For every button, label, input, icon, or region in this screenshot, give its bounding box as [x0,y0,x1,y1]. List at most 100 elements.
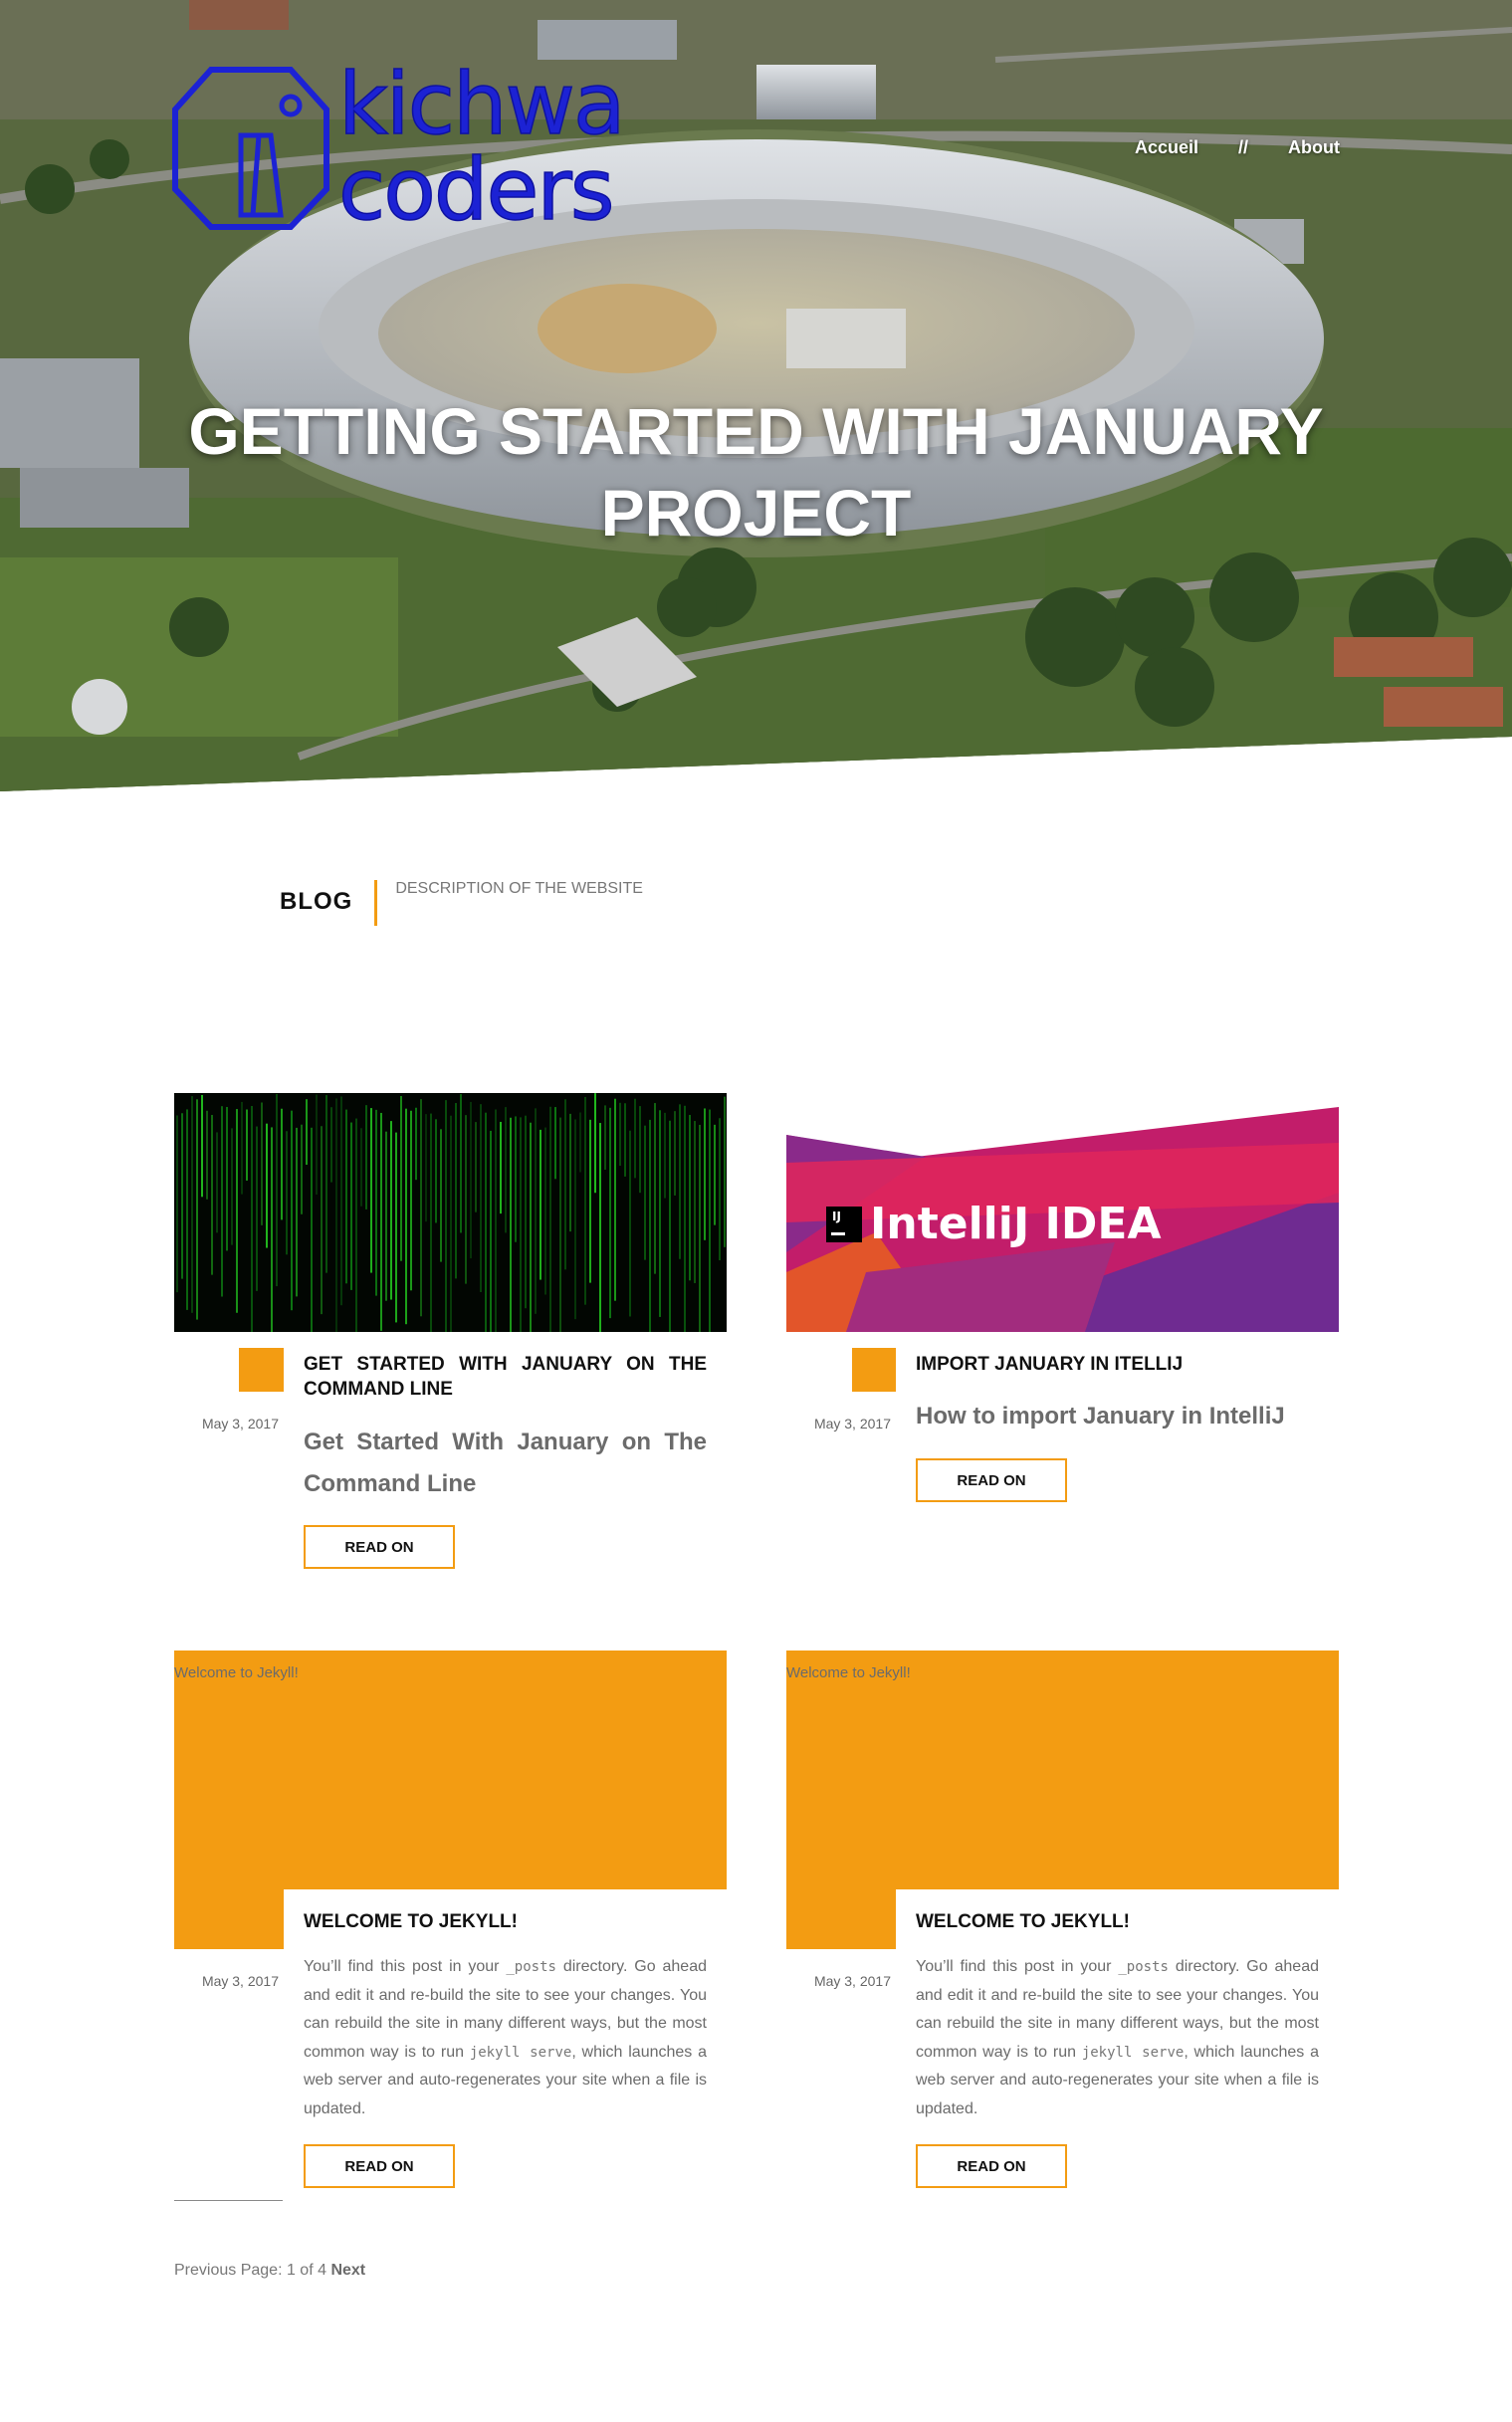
post-title[interactable]: WELCOME TO JEKYLL! [304,1909,707,1934]
matrix-column [206,1110,208,1200]
matrix-column [390,1121,392,1300]
matrix-column [689,1114,691,1281]
read-on-button[interactable]: READ ON [916,1458,1067,1502]
matrix-column [256,1126,258,1291]
matrix-column [266,1123,268,1248]
matrix-column [549,1106,551,1332]
matrix-column [435,1119,437,1223]
post-date: May 3, 2017 [813,1973,891,1989]
post-date: May 3, 2017 [201,1416,279,1431]
matrix-column [569,1113,571,1232]
matrix-column [634,1098,636,1179]
matrix-column [236,1109,238,1313]
matrix-column [704,1108,706,1240]
pagination-divider [174,2200,283,2201]
image-alt-text: Welcome to Jekyll! [174,1664,299,1681]
matrix-column [176,1115,178,1293]
post-excerpt: Get Started With January on The Command … [304,1429,707,1497]
post-title[interactable]: GET STARTED WITH JANUARY ON THE COMMAND … [304,1352,707,1402]
post-title[interactable]: IMPORT JANUARY IN ITELLIJ [916,1352,1319,1377]
intellij-badge: IJ [832,1210,841,1223]
matrix-column [365,1105,367,1210]
matrix-column [395,1132,397,1323]
post-excerpt: You’ll find this post in your _posts dir… [304,1953,707,2123]
matrix-column [649,1119,651,1332]
image-alt-text: Welcome to Jekyll! [786,1664,911,1681]
matrix-column [709,1109,711,1332]
matrix-column [370,1108,372,1273]
matrix-column [480,1104,482,1293]
matrix-column [251,1105,253,1332]
matrix-column [286,1131,288,1255]
read-on-button[interactable]: READ ON [916,2144,1067,2188]
matrix-column [276,1093,278,1287]
post-date: May 3, 2017 [201,1973,279,1989]
matrix-column [196,1099,198,1320]
post-card: IJ IntelliJ IDEA IMPORT JANUARY IN ITELL… [786,1093,1339,1511]
pagination-previous[interactable]: Previous [174,2262,236,2279]
matrix-column [415,1107,417,1181]
matrix-column [470,1101,472,1259]
matrix-column [490,1130,492,1332]
card-accent [239,1348,284,1392]
matrix-column [246,1109,248,1181]
matrix-column [500,1121,502,1214]
main-nav: Accueil // About [1135,137,1340,158]
matrix-column [609,1107,611,1319]
post-image-matrix[interactable] [174,1093,727,1332]
excerpt-code: _posts [506,1959,556,1975]
matrix-code-image [174,1093,727,1332]
matrix-column [340,1096,342,1306]
post-title[interactable]: WELCOME TO JEKYLL! [916,1909,1319,1934]
matrix-column [599,1123,601,1332]
nav-link-accueil[interactable]: Accueil [1135,137,1198,158]
pagination: Previous Page: 1 of 4 Next [174,2262,365,2280]
matrix-column [445,1100,447,1332]
matrix-column [619,1102,621,1167]
matrix-column [475,1122,477,1212]
matrix-column [520,1117,522,1332]
hero-banner: kichwa coders Accueil // About GETTING S… [0,0,1512,791]
matrix-column [719,1118,721,1261]
post-image-intellij[interactable]: IJ IntelliJ IDEA [786,1093,1339,1332]
matrix-column [669,1120,671,1332]
pagination-page-label: Page: 1 of 4 [240,2262,326,2279]
blog-header-divider [374,880,378,926]
matrix-column [360,1128,362,1207]
matrix-column [584,1096,586,1305]
matrix-column [589,1119,591,1283]
nav-link-about[interactable]: About [1288,137,1340,158]
matrix-column [385,1131,387,1301]
matrix-column [355,1118,357,1332]
read-on-button[interactable]: READ ON [304,1525,455,1569]
intellij-idea-image: IJ IntelliJ IDEA [786,1093,1339,1332]
matrix-column [425,1114,427,1222]
matrix-column [544,1127,546,1295]
matrix-column [325,1095,327,1273]
site-logo[interactable]: kichwa coders [171,61,626,240]
matrix-column [296,1127,298,1297]
matrix-column [614,1098,616,1301]
excerpt-code: _posts [1118,1959,1169,1975]
matrix-column [201,1095,203,1198]
logo-emblem-icon [172,67,329,230]
matrix-column [216,1132,218,1233]
post-excerpt: How to import January in IntelliJ [916,1403,1285,1430]
matrix-column [316,1094,318,1195]
logo-text-coders: coders [337,140,615,240]
matrix-column [629,1130,631,1317]
matrix-column [321,1126,323,1315]
matrix-column [211,1115,213,1275]
matrix-column [564,1099,566,1270]
pagination-next[interactable]: Next [330,2262,365,2279]
matrix-column [345,1109,347,1284]
post-date: May 3, 2017 [813,1416,891,1431]
nav-separator: // [1238,137,1249,157]
blog-description: DESCRIPTION OF THE WEBSITE [395,880,643,897]
matrix-column [226,1107,228,1251]
read-on-button[interactable]: READ ON [304,2144,455,2188]
matrix-column [714,1124,716,1225]
matrix-column [505,1107,507,1233]
matrix-column [554,1107,556,1180]
excerpt-code: jekyll serve [469,2044,572,2061]
